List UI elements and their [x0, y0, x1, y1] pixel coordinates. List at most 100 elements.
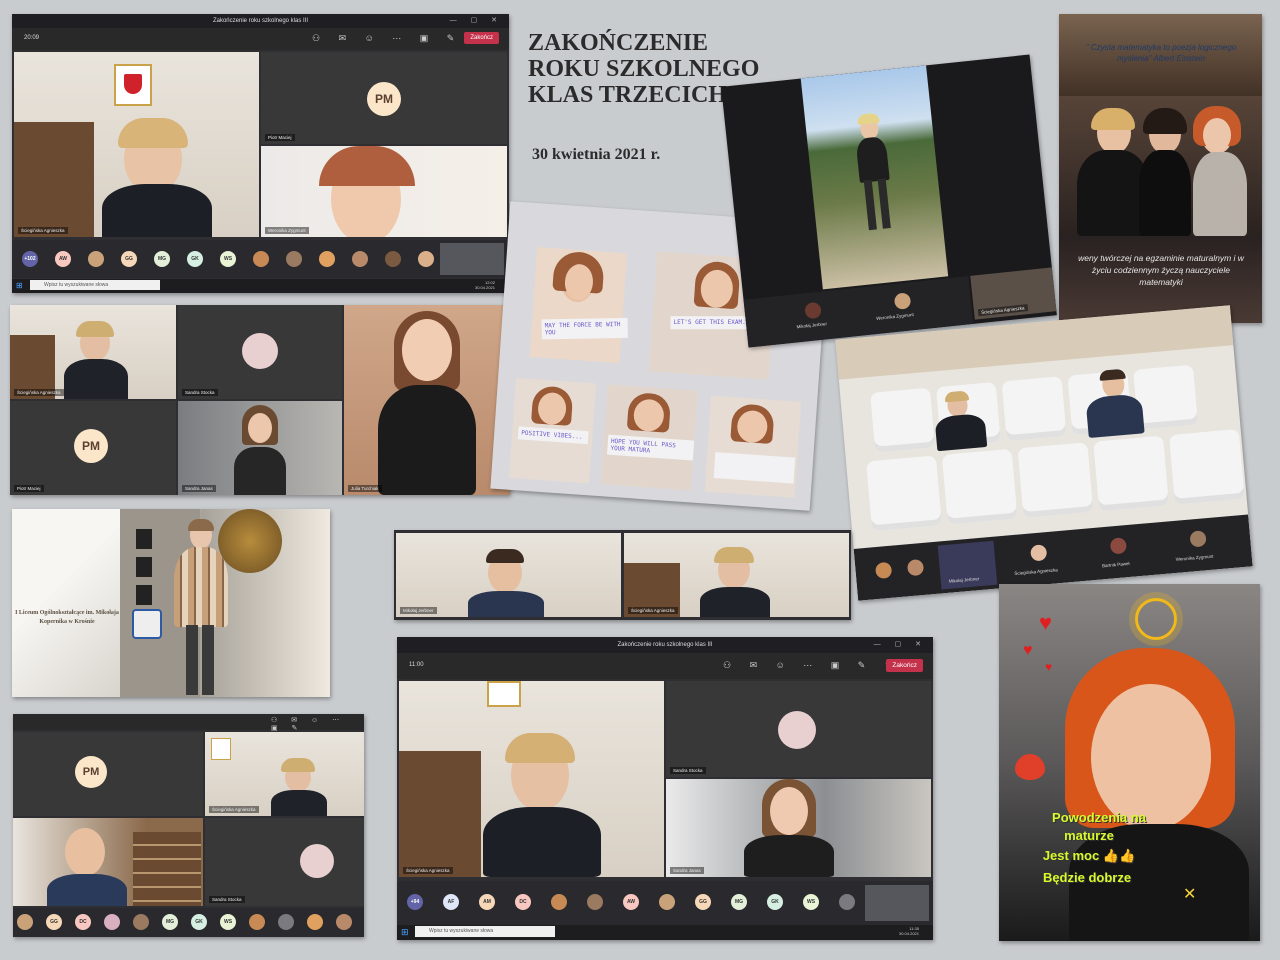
- teams-screenshot-2: Ściegińska Agnieszka Sandra Stocka PM Pi…: [10, 305, 510, 495]
- teams-screenshot-4: Zakończenie roku szkolnego klas III — ▢ …: [397, 637, 933, 940]
- meeting-controls[interactable]: ⚇ ✉ ☺ ⋯ ▣ ✎: [271, 716, 364, 732]
- participant-bubble[interactable]: [104, 914, 120, 930]
- participant-bubble[interactable]: MG: [731, 894, 747, 910]
- taskbar-clock: 11:35 30.04.2021: [899, 926, 919, 936]
- teams-screenshot-3: ⚇ ✉ ☺ ⋯ ▣ ✎ PM Ściegińska Agnieszka Sand…: [13, 714, 364, 937]
- participant-bubble[interactable]: GK: [191, 914, 207, 930]
- participant-bubble[interactable]: [659, 894, 675, 910]
- meeting-controls[interactable]: ⚇ ✉ ☺ ⋯ ▣ ✎ ⇪: [312, 33, 488, 44]
- participant-bubble[interactable]: [587, 894, 603, 910]
- video-tile-student[interactable]: Julia Turchiak: [344, 305, 510, 495]
- video-tile-student[interactable]: Sandra Janas: [666, 779, 931, 877]
- participant-bubble[interactable]: [88, 251, 104, 267]
- video-tile-teacher-male[interactable]: Mikołaj Jerbner: [396, 533, 621, 617]
- teams-screenshot-two-tiles: Mikołaj Jerbner Ściegińska Agnieszka: [394, 530, 851, 620]
- sign-1: MAY THE FORCE BE WITH YOU: [541, 317, 628, 340]
- participant-name: Ściegińska Agnieszka: [403, 867, 453, 874]
- windows-start-icon[interactable]: ⊞: [401, 927, 409, 938]
- participant-bubble[interactable]: WS: [220, 251, 236, 267]
- window-title: Zakończenie roku szkolnego klas III: [617, 642, 713, 648]
- video-tile-avatar[interactable]: Sandra Stocka: [205, 818, 364, 906]
- participant-bubble[interactable]: AW: [55, 251, 71, 267]
- participant-bubble[interactable]: GG: [121, 251, 137, 267]
- meeting-timer: 20:09: [24, 35, 40, 41]
- participant-bubble[interactable]: [1189, 530, 1207, 548]
- end-call-button[interactable]: Zakończ: [464, 32, 499, 44]
- participant-name: Piotr Maciej: [265, 134, 295, 141]
- participant-name: Ściegińska Agnieszka: [628, 607, 678, 614]
- self-view[interactable]: [440, 243, 504, 275]
- participant-bubble[interactable]: [874, 561, 893, 580]
- window-titlebar: Zakończenie roku szkolnego klas III — ▢ …: [397, 637, 933, 653]
- participant-bubble[interactable]: GG: [46, 914, 62, 930]
- video-tile-avatar[interactable]: Sandra Stocka: [178, 305, 342, 399]
- participant-bubble[interactable]: [278, 914, 294, 930]
- participant-bubble[interactable]: [319, 251, 335, 267]
- video-tile-teacher[interactable]: Ściegińska Agnieszka: [14, 52, 259, 237]
- participant-bubble[interactable]: [385, 251, 401, 267]
- participant-bubble[interactable]: [551, 894, 567, 910]
- participant-bubble[interactable]: [893, 292, 912, 310]
- participant-bubble[interactable]: AW: [623, 894, 639, 910]
- video-tile-student[interactable]: Sandra Janas: [178, 401, 342, 495]
- video-tile-avatar[interactable]: PM Piotr Maciej: [261, 52, 507, 144]
- participant-bubble[interactable]: [352, 251, 368, 267]
- video-tile-teacher[interactable]: Ściegińska Agnieszka: [399, 681, 664, 877]
- taskbar-clock: 12:02 30.04.2021: [475, 280, 495, 290]
- butterfly-icon: ✕: [1183, 886, 1197, 903]
- taskbar-search-input[interactable]: Wpisz tu wyszukiwane słowa: [415, 926, 555, 937]
- participant-bubble[interactable]: WS: [220, 914, 236, 930]
- video-tile-avatar[interactable]: PM: [13, 732, 203, 816]
- window-controls[interactable]: — ▢ ✕: [450, 14, 503, 28]
- teams-screenshot-1: Zakończenie roku szkolnego klas III — ▢ …: [12, 14, 509, 293]
- self-view[interactable]: [865, 885, 929, 921]
- participant-bubble[interactable]: [286, 251, 302, 267]
- video-tile-avatar[interactable]: PM Piotr Maciej: [10, 401, 176, 495]
- video-tile-student[interactable]: Weronika Zygmunt: [261, 146, 507, 237]
- participant-bubble[interactable]: DC: [515, 894, 531, 910]
- participant-bubble[interactable]: WS: [803, 894, 819, 910]
- window-controls[interactable]: — ▢ ✕: [874, 637, 927, 653]
- more-participants-badge[interactable]: +102: [22, 251, 38, 267]
- participant-bubble[interactable]: [17, 914, 33, 930]
- clock-date: 30.04.2021: [474, 285, 495, 290]
- participant-bubble[interactable]: GG: [695, 894, 711, 910]
- participant-bubble[interactable]: AM: [479, 894, 495, 910]
- participant-bubble[interactable]: [418, 251, 434, 267]
- participant-name: Sandra Stocka: [209, 896, 245, 903]
- participant-name: Weronika Zygmunt: [1175, 553, 1214, 562]
- wish-text: weny twórczej na egzaminie maturalnym i …: [1078, 253, 1244, 287]
- video-tile-avatar[interactable]: Sandra Stocka: [666, 681, 931, 777]
- end-call-button[interactable]: Zakończ: [886, 659, 923, 672]
- video-tile-teacher[interactable]: Ściegińska Agnieszka: [624, 533, 849, 617]
- participant-bubble[interactable]: [804, 301, 822, 320]
- video-tile-outdoor[interactable]: [800, 65, 949, 290]
- participant-bubble[interactable]: MG: [154, 251, 170, 267]
- self-view[interactable]: Ściegińska Agnieszka: [970, 267, 1057, 320]
- participant-name: Mikołaj Jerbner: [400, 607, 437, 614]
- more-participants-badge[interactable]: +94: [407, 894, 423, 910]
- participant-name: Piotr Maciej: [14, 485, 44, 492]
- participant-bubble[interactable]: GK: [767, 894, 783, 910]
- participant-bubble[interactable]: [307, 914, 323, 930]
- participant-bubble[interactable]: [249, 914, 265, 930]
- windows-start-icon[interactable]: ⊞: [16, 281, 23, 290]
- participant-bubble[interactable]: MG: [162, 914, 178, 930]
- participant-bubble[interactable]: [336, 914, 352, 930]
- video-tile-teacher-male[interactable]: [13, 818, 203, 906]
- participant-bubble[interactable]: DC: [75, 914, 91, 930]
- meeting-controls[interactable]: ⚇ ✉ ☺ ⋯ ▣ ✎ ⇪: [723, 660, 899, 671]
- participant-bubble[interactable]: [839, 894, 855, 910]
- video-tile-teacher[interactable]: Ściegińska Agnieszka: [10, 305, 176, 399]
- taskbar-search-input[interactable]: Wpisz tu wyszukiwane słowa: [30, 280, 160, 290]
- avatar: PM: [367, 82, 401, 116]
- participant-bubble[interactable]: [133, 914, 149, 930]
- participant-bubble[interactable]: AF: [443, 894, 459, 910]
- participant-bubble[interactable]: GK: [187, 251, 203, 267]
- meeting-toolbar: 11:00 ⚇ ✉ ☺ ⋯ ▣ ✎ ⇪ Zakończ: [397, 653, 933, 679]
- video-tile-teacher[interactable]: Ściegińska Agnieszka: [205, 732, 364, 816]
- participant-bubble[interactable]: [253, 251, 269, 267]
- participant-bubble[interactable]: [1109, 537, 1128, 555]
- participant-bubble[interactable]: [1030, 544, 1048, 562]
- participant-bubble[interactable]: [906, 558, 925, 577]
